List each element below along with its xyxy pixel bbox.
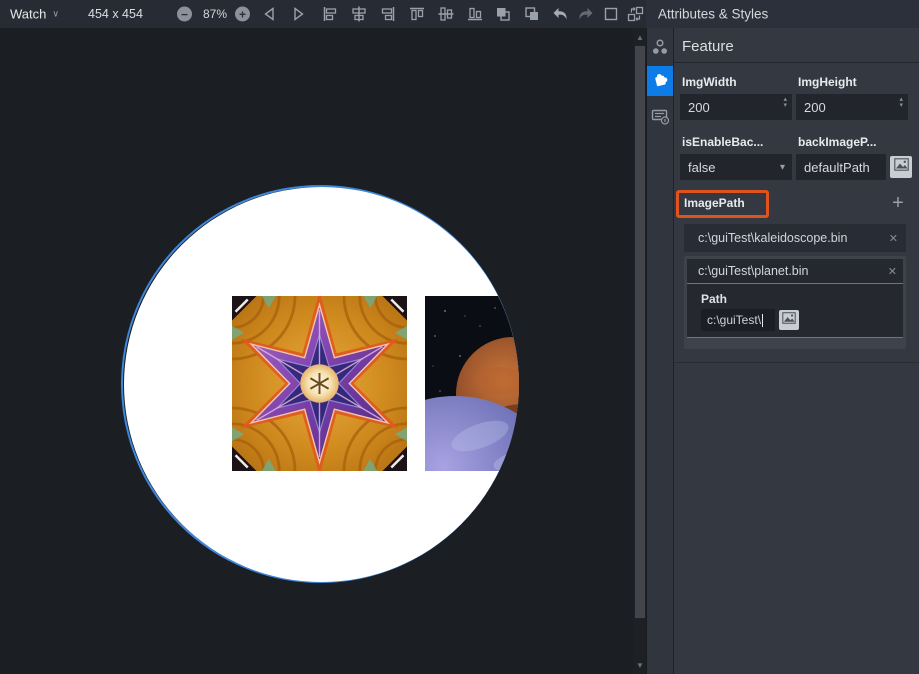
canvas-size-label: 454 x 454 xyxy=(88,7,143,21)
backimagepath-label: backImageP... xyxy=(798,135,877,149)
imgwidth-label: ImgWidth xyxy=(682,75,737,89)
scroll-down-arrow[interactable]: ▼ xyxy=(633,658,647,672)
close-icon[interactable]: ✕ xyxy=(888,265,897,278)
panel-tab-strip xyxy=(647,28,674,674)
imagepath-label: ImagePath xyxy=(684,196,745,210)
imagepath-item-planet-expanded[interactable]: c:\guiTest\planet.bin ✕ Path c:\guiTest\ xyxy=(684,256,906,349)
align-middle-vertical-button[interactable] xyxy=(437,5,455,23)
path-value: c:\guiTest\ xyxy=(707,313,761,327)
attributes-panel: Feature ImgWidth ImgHeight 200 ▴▾ 200 ▴▾… xyxy=(674,28,919,674)
watch-designer-app: Watch ∨ 454 x 454 − 87% + xyxy=(0,0,919,674)
close-icon[interactable]: ✕ xyxy=(889,232,898,245)
undo-icon xyxy=(552,7,569,22)
align-top-button[interactable] xyxy=(408,5,426,23)
path-input[interactable]: c:\guiTest\ xyxy=(701,309,775,331)
imgwidth-spinner[interactable]: 200 ▴▾ xyxy=(680,94,792,120)
element-info-icon xyxy=(651,108,670,130)
zoom-out-button[interactable]: − xyxy=(177,7,192,22)
imagepath-item-kaleidoscope[interactable]: c:\guiTest\kaleidoscope.bin ✕ xyxy=(684,224,906,252)
add-imagepath-button[interactable]: + xyxy=(886,191,910,215)
backimagepath-field[interactable]: defaultPath xyxy=(796,154,886,180)
align-center-horizontal-icon xyxy=(351,6,367,22)
design-canvas[interactable] xyxy=(0,28,633,674)
hierarchy-icon xyxy=(651,38,669,61)
path-label: Path xyxy=(701,292,727,306)
isenableback-dropdown[interactable]: false ▾ xyxy=(680,154,792,180)
divider xyxy=(674,362,919,363)
puzzle-icon xyxy=(651,70,669,93)
align-right-icon xyxy=(380,6,396,22)
align-left-button[interactable] xyxy=(321,5,339,23)
redo-icon xyxy=(577,7,594,22)
imgwidth-value: 200 xyxy=(688,100,710,115)
next-button[interactable] xyxy=(289,5,307,23)
divider xyxy=(674,62,919,63)
zoom-in-button[interactable]: + xyxy=(235,7,250,22)
align-right-button[interactable] xyxy=(379,5,397,23)
spinner-arrows-icon[interactable]: ▴▾ xyxy=(899,97,903,109)
toolbar: Watch ∨ 454 x 454 − 87% + xyxy=(0,0,919,28)
scroll-up-arrow[interactable]: ▲ xyxy=(633,30,647,44)
align-bottom-icon xyxy=(467,6,483,22)
watchface-circle[interactable] xyxy=(124,187,519,582)
imgheight-value: 200 xyxy=(804,100,826,115)
path-browse-button[interactable] xyxy=(779,310,799,330)
backimagepath-browse-button[interactable] xyxy=(890,156,912,178)
align-left-icon xyxy=(322,6,338,22)
kaleidoscope-image-widget[interactable] xyxy=(232,296,407,471)
imgheight-spinner[interactable]: 200 ▴▾ xyxy=(796,94,908,120)
feature-section-title: Feature xyxy=(682,38,734,55)
imagepath-file-text: c:\guiTest\kaleidoscope.bin xyxy=(698,231,889,245)
tab-element-info[interactable] xyxy=(647,106,673,132)
chevron-down-icon: ∨ xyxy=(52,9,59,20)
align-middle-vertical-icon xyxy=(438,6,454,22)
bring-forward-icon xyxy=(495,6,511,22)
scrollbar-thumb[interactable] xyxy=(635,46,645,618)
path-editor-row: c:\guiTest\ xyxy=(701,309,799,331)
kaleidoscope-image xyxy=(232,296,407,471)
align-top-icon xyxy=(409,6,425,22)
canvas-vertical-scrollbar: ▲ ▼ xyxy=(633,28,647,674)
backimagepath-value: defaultPath xyxy=(804,160,870,175)
image-placeholder-icon xyxy=(782,311,796,329)
send-backward-icon xyxy=(524,6,540,22)
tab-widgets-selected[interactable] xyxy=(647,66,673,96)
selection-box-button[interactable] xyxy=(602,5,620,23)
planet-image xyxy=(425,296,519,471)
imagepath-item-card: c:\guiTest\planet.bin ✕ Path c:\guiTest\ xyxy=(687,259,903,338)
imgheight-label: ImgHeight xyxy=(798,75,857,89)
attributes-styles-title: Attributes & Styles xyxy=(658,7,768,22)
chevron-down-icon: ▾ xyxy=(780,162,785,173)
watch-mode-dropdown[interactable]: Watch ∨ xyxy=(10,7,59,22)
swap-icon xyxy=(627,6,644,22)
main-area: ▲ ▼ Feature ImgWidth ImgHeight 200 xyxy=(0,28,919,674)
spinner-arrows-icon[interactable]: ▴▾ xyxy=(783,97,787,109)
imagepath-item-header[interactable]: c:\guiTest\planet.bin ✕ xyxy=(687,259,903,284)
isenableback-label: isEnableBac... xyxy=(682,135,763,149)
tab-hierarchy[interactable] xyxy=(647,36,673,62)
align-bottom-button[interactable] xyxy=(466,5,484,23)
isenableback-value: false xyxy=(688,160,715,175)
planet-image-widget[interactable] xyxy=(425,296,519,471)
align-center-horizontal-button[interactable] xyxy=(350,5,368,23)
square-outline-icon xyxy=(604,7,618,21)
swap-elements-button[interactable] xyxy=(626,5,644,23)
redo-button[interactable] xyxy=(576,5,594,23)
undo-button[interactable] xyxy=(551,5,569,23)
text-cursor xyxy=(762,314,763,327)
bring-forward-button[interactable] xyxy=(494,5,512,23)
minus-icon: − xyxy=(181,8,188,20)
send-backward-button[interactable] xyxy=(523,5,541,23)
imagepath-file-text: c:\guiTest\planet.bin xyxy=(698,264,888,278)
plus-icon: + xyxy=(239,8,246,20)
triangle-left-icon xyxy=(262,6,278,22)
zoom-level-label: 87% xyxy=(197,7,233,21)
previous-button[interactable] xyxy=(261,5,279,23)
watch-mode-label: Watch xyxy=(10,7,46,22)
triangle-right-icon xyxy=(290,6,306,22)
image-placeholder-icon xyxy=(894,158,909,176)
